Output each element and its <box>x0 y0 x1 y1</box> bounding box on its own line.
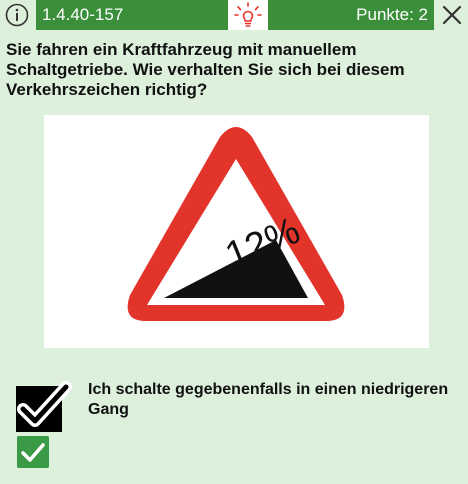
correct-check-icon <box>17 436 49 468</box>
question-text: Sie fahren ein Kraftfahrzeug mit manuell… <box>6 40 405 99</box>
answer-option[interactable]: Ich schalte gegebenenfalls in einen nied… <box>10 378 466 438</box>
steep-ascent-sign: 12% <box>127 127 345 321</box>
hint-button[interactable] <box>228 0 268 30</box>
answer-text: Ich schalte gegebenenfalls in einen nied… <box>88 381 449 418</box>
question-id: 1.4.40-157 <box>42 5 124 24</box>
close-icon <box>442 5 462 25</box>
points-label: Punkte: 2 <box>356 5 428 24</box>
info-button[interactable] <box>4 2 30 28</box>
correct-indicator <box>17 436 49 468</box>
answer-checkbox[interactable] <box>12 380 72 434</box>
close-button[interactable] <box>438 1 466 29</box>
question-id-bar: 1.4.40-157 <box>36 0 228 30</box>
points-bar: Punkte: 2 <box>268 0 434 30</box>
sign-image: 12% <box>44 115 429 348</box>
info-icon <box>5 3 29 27</box>
lightbulb-icon <box>234 2 262 27</box>
top-bar: 1.4.40-157 Punkte: 2 <box>0 0 468 30</box>
checked-box-icon <box>16 381 72 432</box>
